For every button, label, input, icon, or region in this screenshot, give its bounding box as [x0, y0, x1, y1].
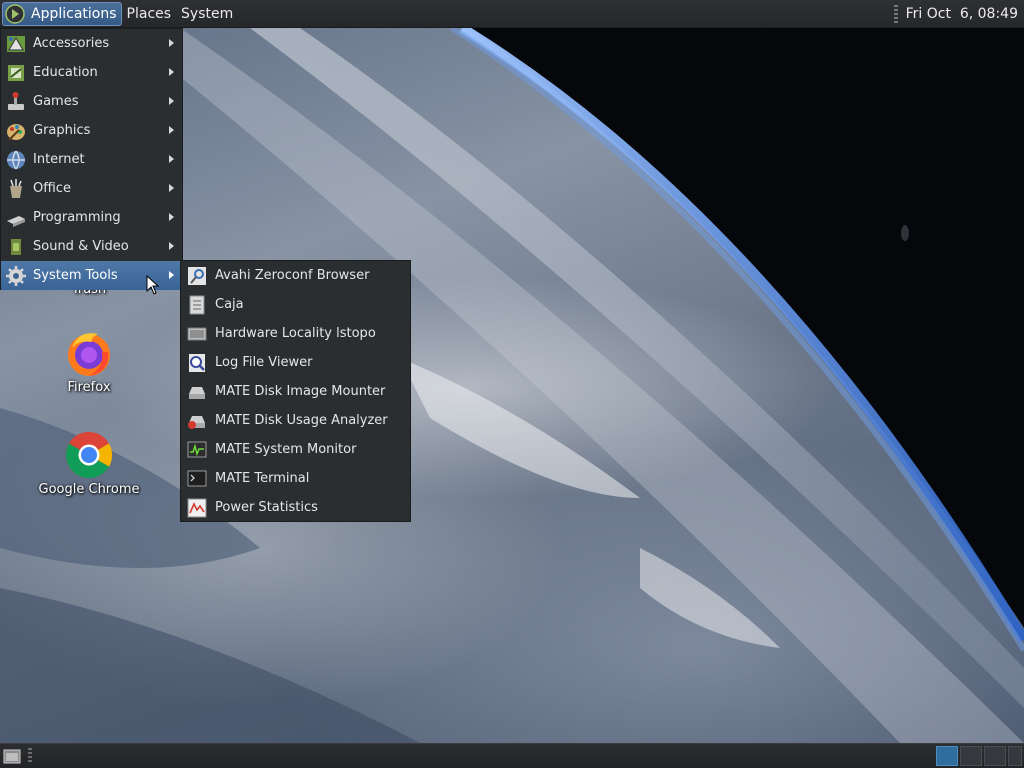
log-viewer-icon [189, 353, 205, 372]
education-icon [8, 64, 24, 81]
bottom-panel [0, 743, 1024, 768]
desktop-icon-label: Firefox [67, 380, 111, 395]
mouse-pointer-icon [146, 275, 160, 295]
submenu-item-caja[interactable]: Caja [181, 290, 410, 319]
submenu-arrow-icon [169, 213, 174, 221]
submenu-arrow-icon [169, 126, 174, 134]
places-menu[interactable]: Places [122, 6, 177, 22]
disk-mounter-icon [189, 386, 205, 399]
desktop-icon-chrome[interactable]: Google Chrome [29, 430, 149, 497]
submenu-item-mate-disk-usage-analyzer[interactable]: MATE Disk Usage Analyzer [181, 406, 410, 435]
desktop-icon-label: Google Chrome [38, 482, 140, 497]
menu-item-sound-video[interactable]: Sound & Video [1, 232, 182, 261]
workspace-switcher-2[interactable] [960, 746, 982, 766]
submenu-arrow-icon [169, 68, 174, 76]
menu-item-internet[interactable]: Internet [1, 145, 182, 174]
menu-item-education[interactable]: Education [1, 58, 182, 87]
submenu-arrow-icon [169, 155, 174, 163]
workspace-switcher-3[interactable] [984, 746, 1006, 766]
internet-icon [7, 150, 25, 169]
system-tools-icon [6, 265, 26, 286]
submenu-arrow-icon [169, 242, 174, 250]
menu-item-games[interactable]: Games [1, 87, 182, 116]
system-tools-submenu: Avahi Zeroconf Browser Caja Hardware Loc… [180, 260, 411, 522]
office-icon [10, 178, 22, 198]
submenu-item-hardware-locality-lstopo[interactable]: Hardware Locality lstopo [181, 319, 410, 348]
mate-logo-icon [5, 3, 25, 24]
menu-item-office[interactable]: Office [1, 174, 182, 203]
submenu-item-log-file-viewer[interactable]: Log File Viewer [181, 348, 410, 377]
avahi-icon [188, 266, 206, 285]
applications-label: Applications [31, 5, 117, 22]
submenu-item-mate-system-monitor[interactable]: MATE System Monitor [181, 435, 410, 464]
clock[interactable]: Fri Oct 6, 08:49 [906, 6, 1018, 22]
terminal-icon [187, 470, 207, 486]
menu-item-graphics[interactable]: Graphics [1, 116, 182, 145]
workspace-switcher-4[interactable] [1008, 746, 1022, 766]
submenu-item-avahi-zeroconf-browser[interactable]: Avahi Zeroconf Browser [181, 261, 410, 290]
submenu-item-mate-terminal[interactable]: MATE Terminal [181, 464, 410, 493]
graphics-icon [7, 123, 25, 141]
menu-item-programming[interactable]: Programming [1, 203, 182, 232]
submenu-arrow-icon [169, 184, 174, 192]
hardware-icon [187, 327, 207, 340]
games-icon [8, 91, 24, 110]
programming-icon [7, 215, 25, 227]
chrome-icon [65, 431, 113, 479]
top-panel: Applications Places System Fri Oct 6, 08… [0, 0, 1024, 28]
desktop-icon-firefox[interactable]: Firefox [29, 328, 149, 395]
submenu-item-power-statistics[interactable]: Power Statistics [181, 493, 410, 522]
applications-menu: Accessories Education Games Graphics Int… [0, 28, 183, 290]
power-statistics-icon [187, 498, 207, 517]
applications-menu-button[interactable]: Applications [2, 1, 122, 26]
menu-item-accessories[interactable]: Accessories [1, 29, 182, 58]
firefox-icon [68, 333, 110, 376]
submenu-arrow-icon [169, 271, 174, 279]
system-menu[interactable]: System [176, 6, 238, 22]
system-monitor-icon [187, 441, 207, 457]
submenu-item-mate-disk-image-mounter[interactable]: MATE Disk Image Mounter [181, 377, 410, 406]
panel-drag-handle[interactable] [28, 748, 32, 764]
caja-icon [189, 295, 205, 314]
panel-drag-handle[interactable] [893, 4, 898, 23]
submenu-arrow-icon [169, 97, 174, 105]
disk-usage-icon [188, 415, 205, 429]
accessories-icon [7, 35, 25, 52]
workspace-switcher-1[interactable] [936, 746, 958, 766]
submenu-arrow-icon [169, 39, 174, 47]
sound-video-icon [8, 238, 24, 255]
show-desktop-icon[interactable] [3, 748, 21, 764]
